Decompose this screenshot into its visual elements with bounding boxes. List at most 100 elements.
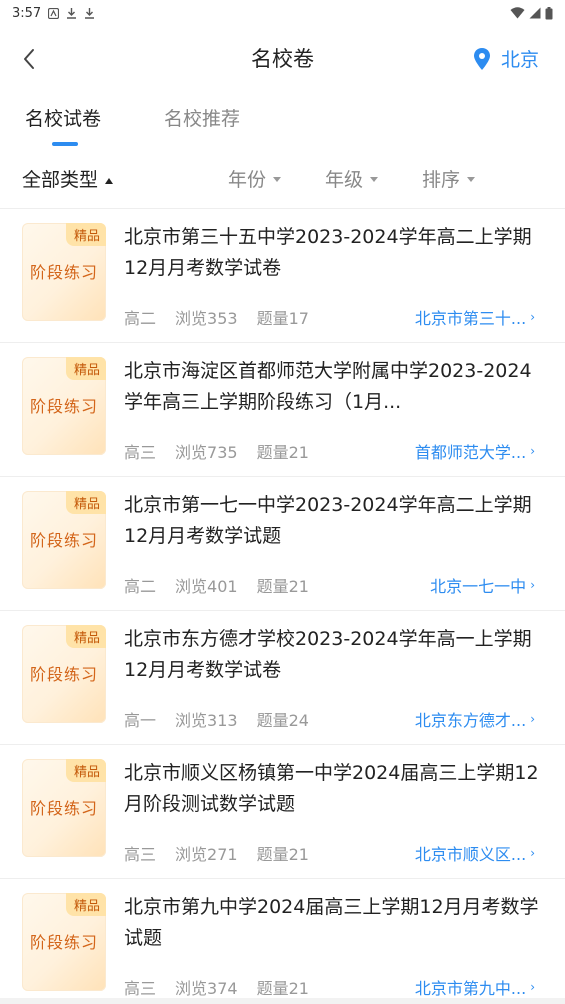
chevron-right-icon: › bbox=[530, 578, 535, 592]
thumbnail-label: 阶段练习 bbox=[29, 665, 98, 684]
filter-year[interactable]: 年份 bbox=[228, 148, 282, 208]
battery-icon bbox=[545, 6, 553, 20]
school-link[interactable]: 首都师范大学... › bbox=[415, 439, 535, 463]
caret-down-icon bbox=[273, 176, 282, 182]
list-item[interactable]: 精品 阶段练习 北京市海淀区首都师范大学附属中学2023-2024学年高三上学期… bbox=[0, 342, 565, 476]
paper-thumbnail: 精品 阶段练习 bbox=[22, 491, 106, 589]
school-link[interactable]: 北京东方德才... › bbox=[415, 707, 535, 731]
thumbnail-label: 阶段练习 bbox=[29, 799, 98, 818]
tab-famous-school-recommend[interactable]: 名校推荐 bbox=[164, 90, 240, 148]
school-name: 北京市第九中... bbox=[414, 979, 527, 998]
filter-bar: 全部类型 年份 年级 排序 bbox=[0, 148, 565, 208]
paper-meta: 高三 浏览735 题量21 bbox=[124, 439, 309, 463]
paper-thumbnail: 精品 阶段练习 bbox=[22, 759, 106, 857]
notification-app-icon bbox=[48, 7, 60, 19]
paper-meta: 高一 浏览313 题量24 bbox=[124, 707, 309, 731]
download-icon bbox=[84, 7, 95, 19]
paper-title: 北京市第一七一中学2023-2024学年高二上学期12月月考数学试题 bbox=[124, 494, 532, 547]
signal-icon bbox=[529, 7, 541, 19]
chevron-left-icon bbox=[24, 49, 34, 69]
school-name: 北京一七一中 bbox=[430, 577, 527, 596]
tab-bar: 名校试卷 名校推荐 bbox=[0, 90, 565, 148]
status-bar: 3:57 bbox=[0, 0, 565, 26]
paper-meta: 高二 浏览401 题量21 bbox=[124, 573, 309, 597]
bottom-divider bbox=[0, 998, 565, 1004]
premium-badge: 精品 bbox=[65, 625, 106, 648]
paper-thumbnail: 精品 阶段练习 bbox=[22, 223, 106, 321]
location-label: 北京 bbox=[500, 49, 539, 71]
school-name: 首都师范大学... bbox=[414, 443, 527, 462]
premium-badge: 精品 bbox=[65, 893, 106, 916]
school-name: 北京市第三十... bbox=[414, 309, 527, 328]
download-icon bbox=[66, 7, 77, 19]
filter-type[interactable]: 全部类型 bbox=[22, 148, 114, 208]
paper-title: 北京市东方德才学校2023-2024学年高一上学期12月月考数学试卷 bbox=[124, 628, 532, 681]
paper-views: 浏览735 bbox=[175, 443, 238, 462]
caret-down-icon bbox=[467, 176, 476, 182]
paper-title: 北京市顺义区杨镇第一中学2024届高三上学期12月阶段测试数学试题 bbox=[124, 762, 539, 815]
paper-thumbnail: 精品 阶段练习 bbox=[22, 893, 106, 991]
paper-meta: 高二 浏览353 题量17 bbox=[124, 305, 309, 329]
thumbnail-label: 阶段练习 bbox=[29, 933, 98, 952]
paper-views: 浏览374 bbox=[175, 979, 238, 998]
chevron-right-icon: › bbox=[530, 444, 535, 458]
paper-grade: 高三 bbox=[124, 443, 157, 462]
chevron-right-icon: › bbox=[530, 846, 535, 860]
paper-views: 浏览271 bbox=[175, 845, 238, 864]
school-link[interactable]: 北京市顺义区... › bbox=[415, 841, 535, 865]
paper-list: 精品 阶段练习 北京市第三十五中学2023-2024学年高二上学期12月月考数学… bbox=[0, 208, 565, 1004]
filter-year-label: 年份 bbox=[228, 168, 267, 191]
premium-badge: 精品 bbox=[65, 759, 106, 782]
filter-grade-label: 年级 bbox=[325, 168, 364, 191]
school-link[interactable]: 北京一七一中 › bbox=[430, 573, 535, 597]
premium-badge: 精品 bbox=[65, 357, 106, 380]
thumbnail-label: 阶段练习 bbox=[29, 531, 98, 550]
school-link[interactable]: 北京市第九中... › bbox=[415, 975, 535, 999]
chevron-right-icon: › bbox=[530, 980, 535, 994]
paper-grade: 高二 bbox=[124, 309, 157, 328]
chevron-right-icon: › bbox=[530, 712, 535, 726]
paper-meta: 高三 浏览374 题量21 bbox=[124, 975, 309, 999]
filter-grade[interactable]: 年级 bbox=[325, 148, 379, 208]
tab-famous-school-papers[interactable]: 名校试卷 bbox=[25, 90, 101, 148]
caret-up-icon bbox=[105, 178, 114, 184]
paper-question-count: 题量17 bbox=[256, 309, 309, 328]
premium-badge: 精品 bbox=[65, 491, 106, 514]
wifi-icon bbox=[510, 7, 525, 19]
premium-badge: 精品 bbox=[65, 223, 106, 246]
chevron-right-icon: › bbox=[530, 310, 535, 324]
thumbnail-label: 阶段练习 bbox=[29, 397, 98, 416]
filter-type-label: 全部类型 bbox=[22, 168, 99, 191]
school-link[interactable]: 北京市第三十... › bbox=[415, 305, 535, 329]
app-header: 名校卷 北京 bbox=[0, 26, 565, 90]
list-item[interactable]: 精品 阶段练习 北京市第九中学2024届高三上学期12月月考数学试题 高三 浏览… bbox=[0, 878, 565, 1004]
paper-question-count: 题量21 bbox=[256, 577, 309, 596]
list-item[interactable]: 精品 阶段练习 北京市第三十五中学2023-2024学年高二上学期12月月考数学… bbox=[0, 208, 565, 342]
paper-views: 浏览401 bbox=[175, 577, 238, 596]
back-button[interactable] bbox=[14, 44, 44, 74]
paper-title: 北京市第三十五中学2023-2024学年高二上学期12月月考数学试卷 bbox=[124, 226, 532, 279]
list-item[interactable]: 精品 阶段练习 北京市第一七一中学2023-2024学年高二上学期12月月考数学… bbox=[0, 476, 565, 610]
list-item[interactable]: 精品 阶段练习 北京市东方德才学校2023-2024学年高一上学期12月月考数学… bbox=[0, 610, 565, 744]
paper-views: 浏览313 bbox=[175, 711, 238, 730]
paper-grade: 高一 bbox=[124, 711, 157, 730]
paper-title: 北京市第九中学2024届高三上学期12月月考数学试题 bbox=[124, 896, 539, 949]
paper-question-count: 题量24 bbox=[256, 711, 309, 730]
paper-question-count: 题量21 bbox=[256, 979, 309, 998]
paper-grade: 高三 bbox=[124, 979, 157, 998]
status-time: 3:57 bbox=[12, 5, 42, 21]
paper-grade: 高三 bbox=[124, 845, 157, 864]
thumbnail-label: 阶段练习 bbox=[29, 263, 98, 282]
list-item[interactable]: 精品 阶段练习 北京市顺义区杨镇第一中学2024届高三上学期12月阶段测试数学试… bbox=[0, 744, 565, 878]
paper-meta: 高三 浏览271 题量21 bbox=[124, 841, 309, 865]
paper-title: 北京市海淀区首都师范大学附属中学2023-2024学年高三上学期阶段练习（1月.… bbox=[124, 360, 532, 413]
paper-views: 浏览353 bbox=[175, 309, 238, 328]
paper-grade: 高二 bbox=[124, 577, 157, 596]
caret-down-icon bbox=[370, 176, 379, 182]
paper-thumbnail: 精品 阶段练习 bbox=[22, 357, 106, 455]
location-selector[interactable]: 北京 bbox=[473, 45, 539, 72]
paper-question-count: 题量21 bbox=[256, 845, 309, 864]
filter-sort[interactable]: 排序 bbox=[422, 148, 476, 208]
filter-sort-label: 排序 bbox=[422, 168, 461, 191]
school-name: 北京东方德才... bbox=[414, 711, 527, 730]
